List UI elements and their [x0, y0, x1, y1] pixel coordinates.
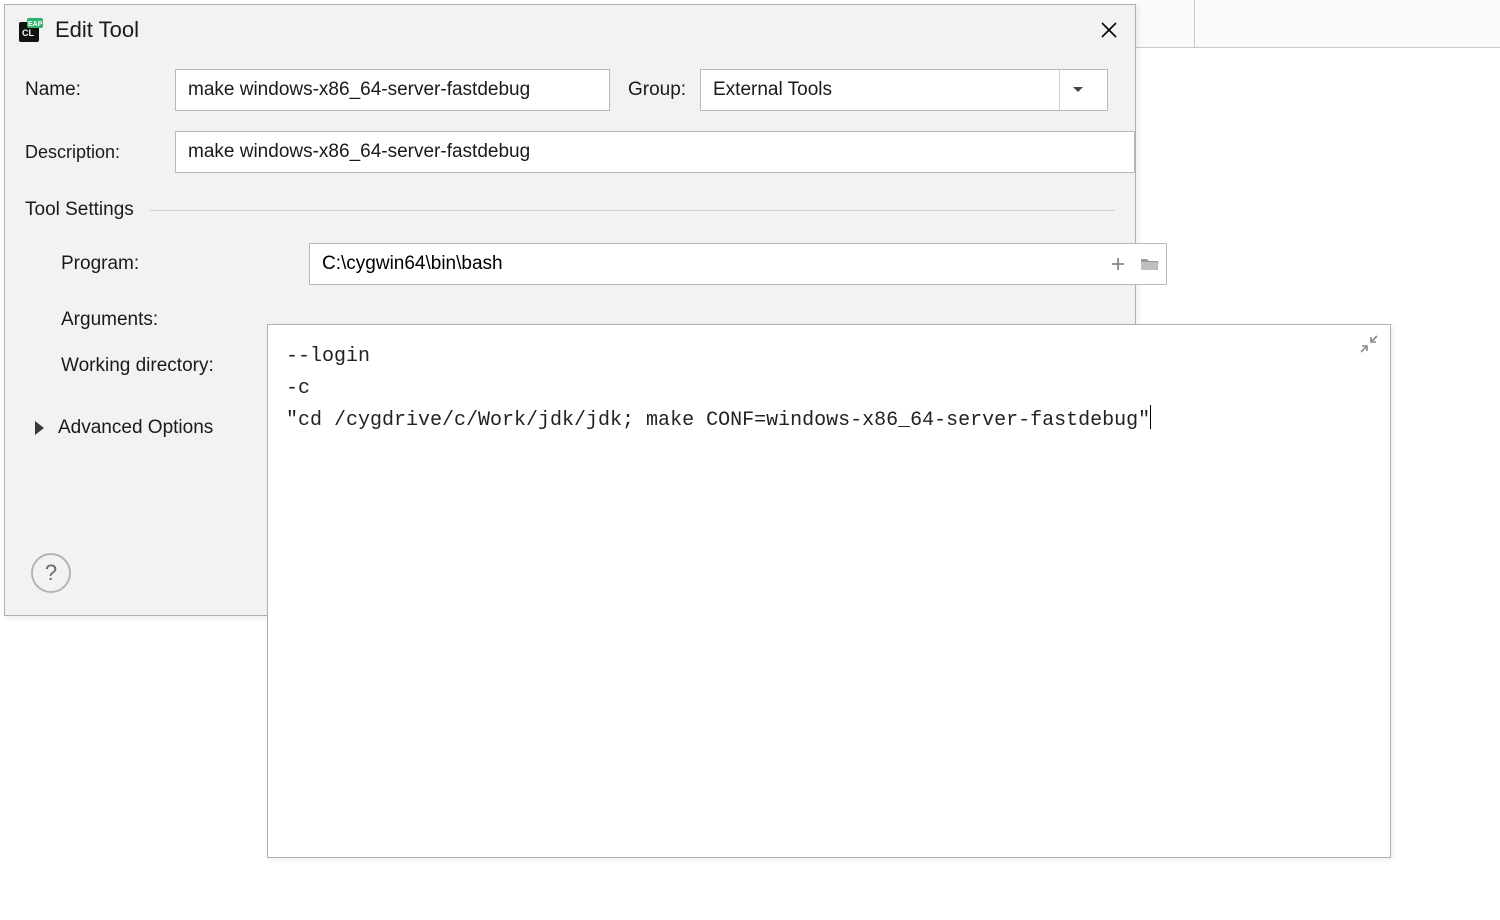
text-caret	[1150, 405, 1151, 429]
dialog-title: Edit Tool	[55, 17, 1091, 43]
advanced-options-label: Advanced Options	[58, 417, 213, 439]
svg-text:EAP: EAP	[28, 21, 43, 28]
arguments-textarea[interactable]: --login -c "cd /cygdrive/c/Work/jdk/jdk;…	[286, 345, 1150, 432]
program-label: Program:	[61, 253, 309, 275]
help-button[interactable]: ?	[31, 553, 71, 593]
program-field	[309, 243, 1167, 285]
arguments-editor-popup[interactable]: --login -c "cd /cygdrive/c/Work/jdk/jdk;…	[267, 324, 1391, 858]
combobox-arrow	[1059, 70, 1095, 110]
insert-macro-button[interactable]	[1102, 244, 1134, 284]
chevron-down-icon	[1072, 86, 1084, 94]
collapse-editor-button[interactable]	[1360, 335, 1378, 358]
plus-icon	[1110, 256, 1126, 272]
collapse-icon	[1360, 335, 1378, 353]
description-label: Description:	[25, 142, 175, 163]
close-icon	[1100, 21, 1118, 39]
tool-settings-header-text: Tool Settings	[25, 199, 134, 221]
name-input[interactable]	[175, 69, 610, 111]
folder-icon	[1140, 256, 1160, 272]
svg-text:CL: CL	[22, 28, 34, 38]
clion-eap-icon: CL EAP	[19, 18, 43, 42]
background-divider	[1135, 0, 1195, 48]
help-icon: ?	[45, 560, 57, 586]
group-combobox[interactable]: External Tools	[700, 69, 1108, 111]
expand-right-icon	[35, 421, 44, 435]
name-label: Name:	[25, 79, 175, 101]
browse-button[interactable]	[1134, 244, 1166, 284]
title-bar: CL EAP Edit Tool	[5, 5, 1135, 55]
tool-settings-header: Tool Settings	[25, 199, 1115, 221]
group-label: Group:	[610, 79, 700, 101]
program-input[interactable]	[310, 244, 1102, 284]
group-combobox-value: External Tools	[713, 79, 1059, 101]
description-input[interactable]	[175, 131, 1135, 173]
section-divider	[150, 210, 1115, 211]
close-button[interactable]	[1091, 12, 1127, 48]
